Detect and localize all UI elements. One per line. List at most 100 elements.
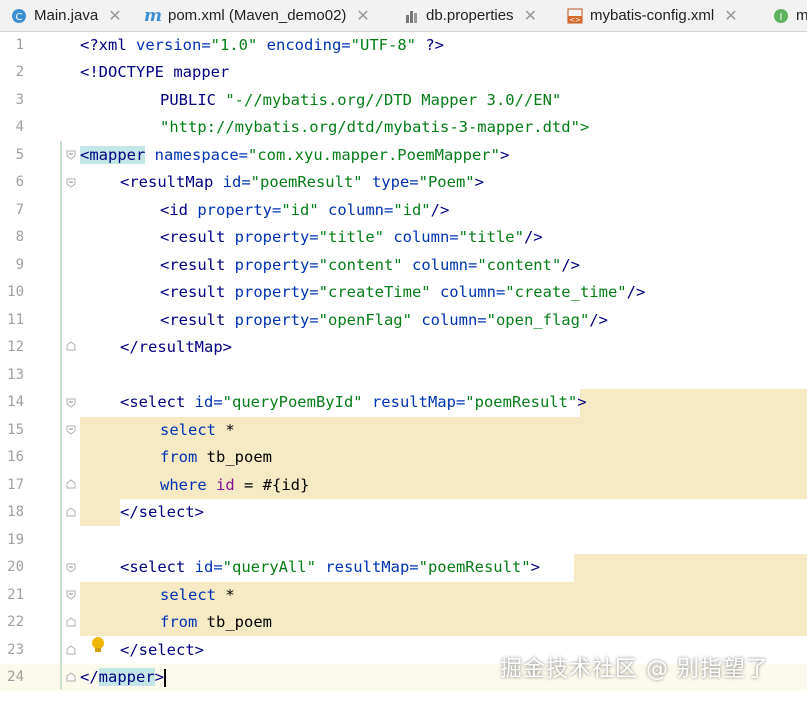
token: mapper	[98, 668, 155, 686]
token: xml	[98, 36, 136, 54]
token: tb_poem	[206, 448, 272, 466]
token: >	[577, 393, 587, 411]
token: <result	[160, 311, 235, 329]
fold-end-icon[interactable]	[66, 672, 76, 682]
fold-end-icon[interactable]	[66, 617, 76, 627]
line-number: 22	[7, 614, 24, 630]
code-line-22: from tb_poem	[160, 609, 272, 636]
token: ?>	[415, 36, 444, 54]
token: "poemResult"	[418, 558, 531, 576]
token: />	[626, 283, 646, 301]
token: *	[225, 586, 235, 604]
token: version=	[136, 36, 211, 54]
token: "createTime"	[318, 283, 431, 301]
xml-file-icon: <>	[566, 7, 584, 25]
token: "http://mybatis.org/dtd/mybatis-3-mapper…	[160, 118, 590, 136]
close-icon[interactable]: ✕	[524, 6, 537, 26]
tab-db-properties[interactable]: db.properties ✕	[404, 0, 537, 31]
token: <id	[160, 201, 198, 219]
code-line-1: <?xml version="1.0" encoding="UTF-8" ?>	[80, 32, 444, 59]
code-line-18: </select>	[120, 499, 204, 526]
tab-main-java[interactable]: C Main.java ✕	[10, 0, 122, 31]
token: resultMap=	[315, 558, 419, 576]
token: tb_poem	[206, 613, 272, 631]
token: <resultMap	[120, 173, 223, 191]
token: >	[154, 668, 165, 686]
code-line-6: <resultMap id="poemResult" type="Poem">	[120, 169, 484, 196]
token: column=	[430, 283, 506, 301]
token: column=	[402, 256, 478, 274]
token: <select	[120, 393, 195, 411]
line-number: 13	[7, 367, 24, 383]
token: "Poem"	[418, 173, 475, 191]
close-icon[interactable]: ✕	[108, 6, 121, 26]
close-icon[interactable]: ✕	[724, 6, 737, 26]
token: from	[160, 613, 207, 631]
token: />	[430, 201, 450, 219]
fold-collapse-icon[interactable]	[66, 150, 76, 160]
token: column=	[411, 311, 487, 329]
tab-mapper-interface[interactable]: I m	[772, 0, 807, 31]
token: id=	[194, 393, 223, 411]
lightbulb-icon[interactable]	[90, 636, 106, 654]
fold-collapse-icon[interactable]	[66, 563, 76, 573]
line-number: 19	[7, 532, 24, 548]
vcs-change-marker	[60, 141, 62, 689]
fold-end-icon[interactable]	[66, 507, 76, 517]
token: select	[160, 421, 226, 439]
editor-tab-bar: C Main.java ✕ m pom.xml (Maven_demo02) ✕…	[0, 0, 807, 32]
token: />	[523, 228, 543, 246]
line-number: 15	[7, 422, 24, 438]
code-line-23: </select>	[120, 637, 204, 664]
token: >	[474, 173, 484, 191]
token: PUBLIC	[160, 91, 226, 109]
line-number: 4	[15, 119, 24, 135]
line-number: 18	[7, 504, 24, 520]
token: select	[160, 586, 226, 604]
token: <result	[160, 283, 235, 301]
tab-label: db.properties	[426, 7, 514, 24]
line-number: 6	[15, 174, 24, 190]
token: = #{id}	[234, 476, 310, 494]
line-number: 24	[7, 669, 24, 685]
code-line-15: select *	[160, 417, 235, 444]
code-line-2: <!DOCTYPE mapper	[80, 59, 229, 86]
fold-collapse-icon[interactable]	[66, 178, 76, 188]
code-line-24: </mapper>	[80, 664, 167, 691]
token: "title"	[458, 228, 524, 246]
fold-collapse-icon[interactable]	[66, 425, 76, 435]
token: encoding=	[257, 36, 351, 54]
tab-pom-xml[interactable]: m pom.xml (Maven_demo02) ✕	[144, 0, 370, 31]
token: mapper	[89, 146, 146, 164]
token: property=	[197, 201, 282, 219]
code-line-14: <select id="queryPoemById" resultMap="po…	[120, 389, 587, 416]
text-caret	[164, 668, 167, 687]
token: column=	[383, 228, 459, 246]
line-number: 11	[7, 312, 24, 328]
sql-injection-highlight	[80, 499, 120, 526]
fold-end-icon[interactable]	[66, 341, 76, 351]
token: "com.xyu.mapper.PoemMapper"	[248, 146, 500, 164]
token: "content"	[318, 256, 403, 274]
token: namespace=	[145, 146, 248, 164]
line-number: 5	[15, 147, 24, 163]
token: from	[160, 448, 207, 466]
code-line-21: select *	[160, 582, 235, 609]
code-line-7: <id property="id" column="id"/>	[160, 197, 449, 224]
line-number: 10	[7, 284, 24, 300]
fold-collapse-icon[interactable]	[66, 590, 76, 600]
tab-label: mybatis-config.xml	[590, 7, 715, 24]
fold-collapse-icon[interactable]	[66, 398, 76, 408]
line-number: 3	[15, 92, 24, 108]
token: "UTF-8"	[350, 36, 416, 54]
line-number: 1	[15, 37, 24, 53]
tab-mybatis-config[interactable]: <> mybatis-config.xml ✕	[566, 0, 738, 31]
fold-end-icon[interactable]	[66, 479, 76, 489]
fold-end-icon[interactable]	[66, 645, 76, 655]
close-icon[interactable]: ✕	[356, 6, 369, 26]
line-number: 17	[7, 477, 24, 493]
line-number: 23	[7, 642, 24, 658]
line-number: 21	[7, 587, 24, 603]
tab-label: Main.java	[34, 7, 99, 24]
token: <result	[160, 256, 235, 274]
